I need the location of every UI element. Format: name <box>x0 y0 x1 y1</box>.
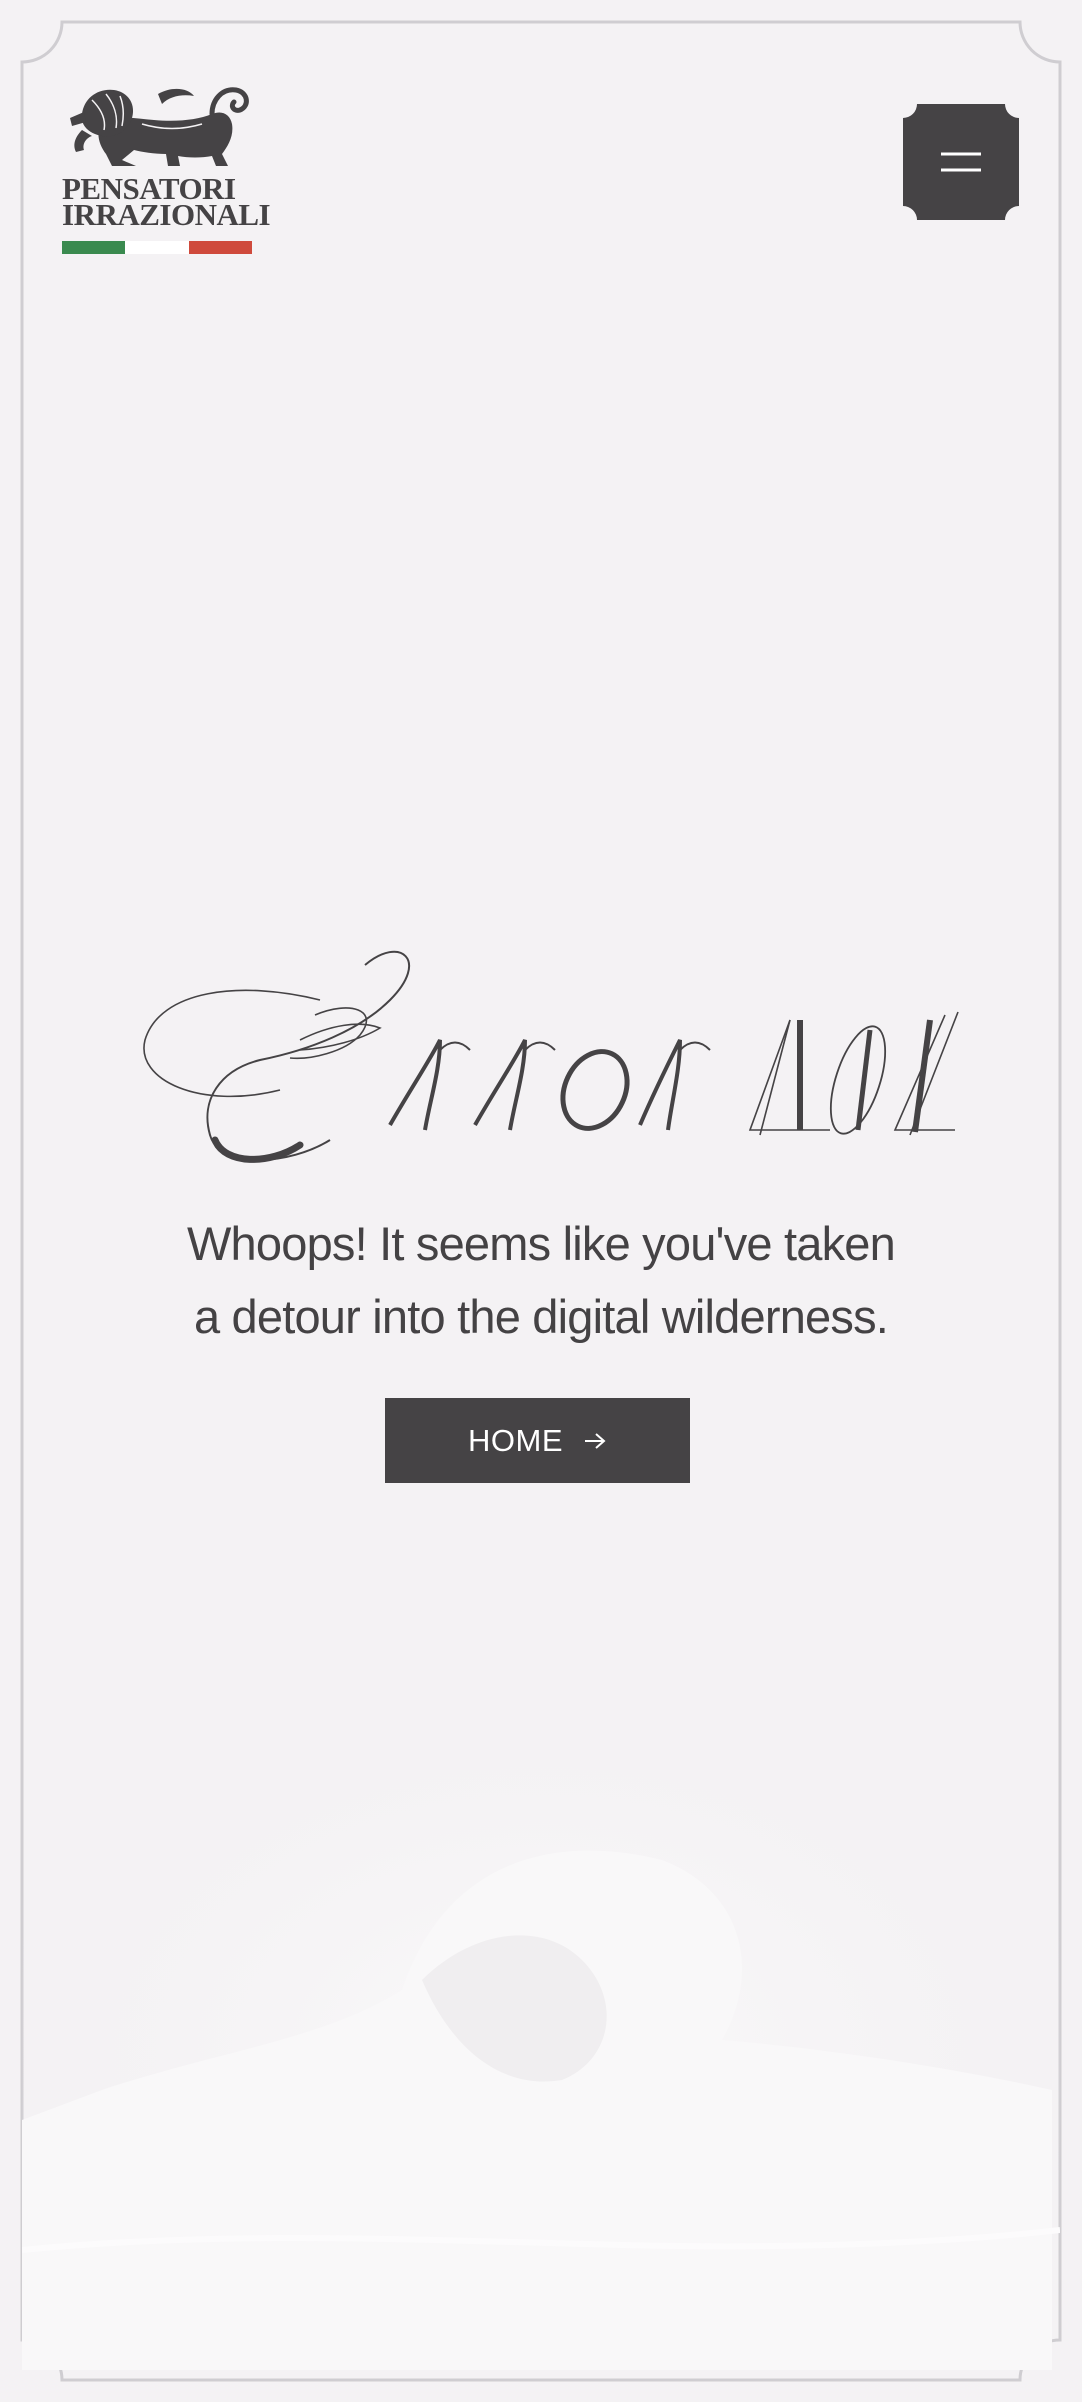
brand-logo[interactable]: PENSATORI IRRAZIONALI <box>62 80 271 258</box>
error-title-text: Error 404 <box>140 1180 141 1181</box>
hamburger-menu-icon <box>903 104 1019 220</box>
page-frame <box>20 20 1062 2382</box>
menu-button[interactable] <box>903 104 1019 220</box>
home-button[interactable]: HOME <box>385 1398 690 1483</box>
flag-green-stripe <box>62 241 126 254</box>
italian-flag-stripe <box>62 241 252 254</box>
home-button-label: HOME <box>468 1422 563 1458</box>
error-message-line2: a detour into the digital wilderness. <box>193 1290 889 1343</box>
error-message: Whoops! It seems like you've taken a det… <box>141 1207 941 1353</box>
flag-red-stripe <box>188 241 252 254</box>
lion-rampant-icon <box>70 87 249 166</box>
arrow-right-icon <box>583 1431 607 1451</box>
error-message-line1: Whoops! It seems like you've taken <box>186 1217 896 1270</box>
brand-name-line2: IRRAZIONALI <box>62 197 271 232</box>
background-lion-sculpture <box>22 1670 1060 2370</box>
error-title: Error 404 <box>140 940 960 1180</box>
flag-white-stripe <box>125 241 189 254</box>
